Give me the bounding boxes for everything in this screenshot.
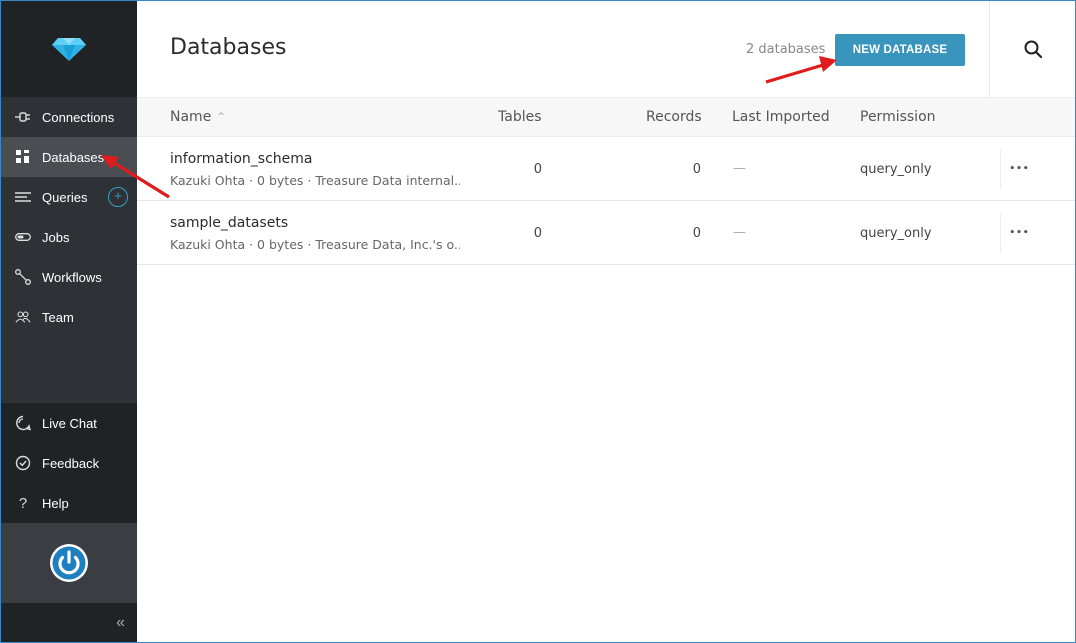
sidebar-item-label: Live Chat — [42, 415, 97, 431]
sidebar-bottom-nav: Live Chat Feedback ? Help — [1, 403, 137, 523]
column-header-tables[interactable]: Tables — [498, 109, 542, 125]
sidebar-item-help[interactable]: ? Help — [1, 483, 137, 523]
sidebar-item-label: Jobs — [42, 229, 70, 245]
main-content: Databases 2 databases NEW DATABASE Name ^… — [137, 1, 1075, 642]
tables-count: 0 — [533, 162, 542, 177]
database-meta: Kazuki Ohta · 0 bytes · Treasure Data, I… — [170, 237, 460, 252]
sidebar-item-label: Databases — [42, 149, 105, 165]
collapse-sidebar-button[interactable]: « — [1, 603, 137, 642]
sidebar-item-label: Connections — [42, 109, 115, 125]
sidebar-item-label: Help — [42, 495, 69, 511]
sidebar-item-workflows[interactable]: Workflows — [1, 257, 137, 297]
search-icon — [1024, 40, 1042, 58]
ellipsis-icon: ••• — [1009, 228, 1030, 238]
page-header: Databases 2 databases NEW DATABASE — [137, 1, 1075, 97]
list-icon — [15, 189, 31, 205]
logo-area[interactable] — [1, 1, 137, 97]
treasure-data-diamond-icon[interactable] — [51, 36, 87, 62]
column-header-permission[interactable]: Permission — [860, 109, 936, 125]
app-window: Connections Databases Queries + Jobs Wor… — [0, 0, 1076, 643]
toggle-icon — [15, 229, 31, 245]
permission: query_only — [860, 162, 932, 177]
permission: query_only — [860, 226, 932, 241]
double-chevron-left-icon: « — [116, 613, 125, 631]
last-imported: — — [733, 225, 746, 240]
search-button[interactable] — [989, 1, 1075, 97]
sort-asc-icon: ^ — [217, 112, 225, 122]
team-icon — [15, 309, 31, 325]
sidebar-nav: Connections Databases Queries + Jobs Wor… — [1, 97, 137, 337]
feedback-icon — [15, 455, 31, 471]
table-row[interactable]: sample_datasets Kazuki Ohta · 0 bytes · … — [137, 201, 1075, 265]
column-header-records[interactable]: Records — [646, 109, 702, 125]
sidebar-item-connections[interactable]: Connections — [1, 97, 137, 137]
workflow-icon — [15, 269, 31, 285]
plug-icon — [15, 109, 31, 125]
database-meta: Kazuki Ohta · 0 bytes · Treasure Data in… — [170, 173, 460, 188]
database-name-link[interactable]: information_schema — [170, 151, 313, 167]
account-area — [1, 523, 137, 603]
sidebar-item-databases[interactable]: Databases — [1, 137, 137, 177]
records-count: 0 — [692, 226, 701, 241]
sidebar-item-label: Team — [42, 309, 74, 325]
help-icon: ? — [18, 494, 28, 512]
power-avatar-icon[interactable] — [49, 543, 89, 583]
table-header: Name ^ Tables Records Last Imported Permi… — [137, 97, 1075, 137]
records-count: 0 — [692, 162, 701, 177]
more-actions-button[interactable]: ••• — [1000, 213, 1038, 253]
sidebar: Connections Databases Queries + Jobs Wor… — [1, 1, 137, 642]
page-title: Databases — [170, 35, 287, 60]
database-count: 2 databases — [746, 42, 826, 57]
sidebar-item-label: Queries — [42, 189, 88, 205]
table-row[interactable]: information_schema Kazuki Ohta · 0 bytes… — [137, 137, 1075, 201]
column-header-last-imported[interactable]: Last Imported — [732, 109, 830, 125]
sidebar-item-label: Workflows — [42, 269, 102, 285]
more-actions-button[interactable]: ••• — [1000, 149, 1038, 189]
chat-icon — [15, 415, 31, 431]
grid-icon — [15, 149, 31, 165]
new-database-button[interactable]: NEW DATABASE — [835, 34, 965, 66]
add-query-button[interactable]: + — [108, 187, 128, 207]
ellipsis-icon: ••• — [1009, 164, 1030, 174]
database-name-link[interactable]: sample_datasets — [170, 215, 288, 231]
sidebar-item-jobs[interactable]: Jobs — [1, 217, 137, 257]
sidebar-item-team[interactable]: Team — [1, 297, 137, 337]
last-imported: — — [733, 161, 746, 176]
sidebar-item-live-chat[interactable]: Live Chat — [1, 403, 137, 443]
sidebar-item-feedback[interactable]: Feedback — [1, 443, 137, 483]
column-header-name[interactable]: Name ^ — [170, 109, 225, 125]
sidebar-item-label: Feedback — [42, 455, 100, 471]
sidebar-item-queries[interactable]: Queries + — [1, 177, 137, 217]
tables-count: 0 — [533, 226, 542, 241]
